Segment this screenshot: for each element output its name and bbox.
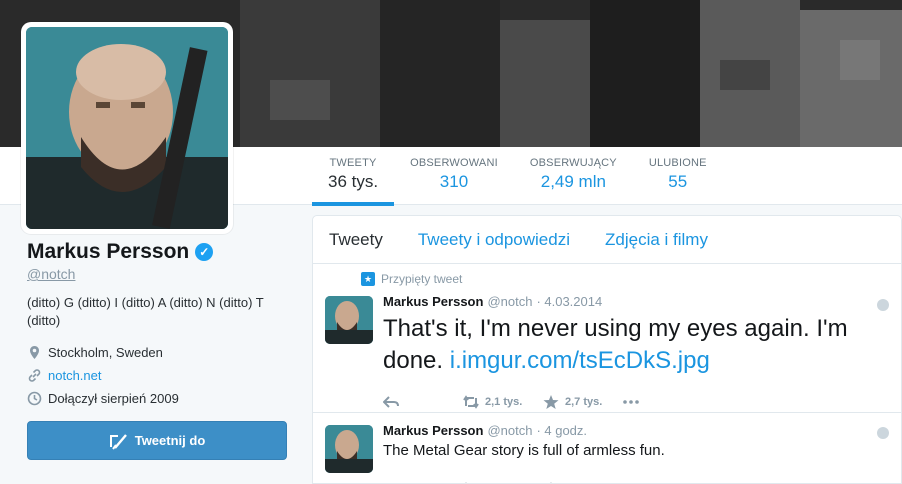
globe-icon: [877, 299, 889, 311]
profile-name[interactable]: Markus Persson: [27, 240, 189, 264]
verified-badge-icon[interactable]: ✓: [195, 243, 214, 261]
favorite-count: 2,7 tys.: [565, 396, 603, 408]
stat-following-label: OBSERWOWANI: [410, 157, 498, 169]
reply-button[interactable]: [383, 395, 463, 409]
tweet-author-name[interactable]: Markus Persson: [383, 423, 483, 438]
profile-bio: (ditto) G (ditto) I (ditto) A (ditto) N …: [27, 295, 264, 328]
stat-following[interactable]: OBSERWOWANI 310: [394, 147, 514, 205]
compose-tweet-icon: [109, 433, 127, 450]
location-text: Stockholm, Sweden: [48, 344, 163, 360]
stat-favorites[interactable]: ULUBIONE 55: [633, 147, 723, 205]
retweet-count: 2,1 tys.: [485, 396, 523, 408]
tweet-text: The Metal Gear story is full of armless …: [383, 442, 665, 459]
pinned-label: ★ Przypięty tweet: [361, 272, 462, 286]
stat-tweets-label: TWEETY: [329, 157, 377, 169]
calendar-clock-icon: [27, 391, 42, 405]
stat-followers-value: 2,49 mln: [540, 172, 606, 191]
website-link[interactable]: notch.net: [48, 368, 102, 383]
tweet-to-label: Tweetnij do: [134, 433, 206, 448]
location-pin-icon: [30, 345, 39, 359]
stat-followers[interactable]: OBSERWUJĄCY 2,49 mln: [514, 147, 633, 205]
stat-favorites-value: 55: [668, 172, 688, 191]
pinned-text: Przypięty tweet: [381, 272, 463, 286]
profile-stats: TWEETY 36 tys. OBSERWOWANI 310 OBSERWUJĄ…: [312, 147, 723, 206]
tweet-author-name[interactable]: Markus Persson: [383, 294, 483, 309]
tweet-avatar[interactable]: [325, 296, 373, 344]
favorite-button[interactable]: 2,7 tys.: [543, 395, 623, 409]
retweet-icon: [463, 395, 479, 409]
tweet-text: That's it, I'm never using my eyes again…: [383, 313, 881, 377]
stat-following-value: 310: [439, 172, 469, 191]
stat-tweets-value: 36 tys.: [328, 172, 379, 191]
timeline: Tweety Tweety i odpowiedzi Zdjęcia i fil…: [312, 215, 902, 484]
stat-tweets[interactable]: TWEETY 36 tys.: [312, 147, 395, 206]
profile-avatar[interactable]: [21, 22, 233, 234]
link-icon: [28, 368, 41, 382]
tweet-avatar[interactable]: [325, 425, 373, 473]
more-dots-icon: [623, 400, 639, 404]
profile-joined: Dołączył sierpień 2009: [27, 389, 289, 407]
pin-icon: ★: [361, 272, 375, 286]
stat-favorites-label: ULUBIONE: [648, 157, 707, 169]
tweet-author-handle[interactable]: @notch: [487, 423, 532, 438]
globe-icon: [877, 427, 889, 439]
profile-sidebar: Markus Persson ✓ @notch (ditto) G (ditto…: [27, 240, 289, 412]
tab-photos-and-videos[interactable]: Zdjęcia i filmy: [605, 230, 708, 250]
timeline-tabs: Tweety Tweety i odpowiedzi Zdjęcia i fil…: [313, 216, 901, 264]
tab-tweets-and-replies[interactable]: Tweety i odpowiedzi: [418, 230, 570, 250]
tweet[interactable]: Markus Persson @notch · 4 godz. The Meta…: [313, 413, 901, 483]
retweet-button[interactable]: 2,1 tys.: [463, 395, 543, 409]
stat-followers-label: OBSERWUJĄCY: [529, 157, 617, 169]
star-icon: [543, 395, 559, 409]
tweet-author-handle[interactable]: @notch: [487, 294, 532, 309]
tweet-date[interactable]: · 4 godz.: [536, 423, 587, 438]
profile-location: Stockholm, Sweden: [27, 343, 289, 361]
tweet-pinned[interactable]: ★ Przypięty tweet Markus Persson @notch …: [313, 264, 901, 413]
profile-handle[interactable]: @notch: [27, 266, 289, 282]
reply-icon: [383, 396, 399, 408]
profile-website[interactable]: notch.net: [27, 366, 289, 384]
tweet-date[interactable]: · 4.03.2014: [536, 294, 602, 309]
tweet-to-button[interactable]: Tweetnij do: [27, 421, 287, 460]
joined-text: Dołączył sierpień 2009: [48, 390, 179, 406]
more-button[interactable]: [623, 395, 703, 409]
tweet-link[interactable]: i.imgur.com/tsEcDkS.jpg: [450, 347, 710, 374]
tab-tweets[interactable]: Tweety: [329, 230, 383, 250]
